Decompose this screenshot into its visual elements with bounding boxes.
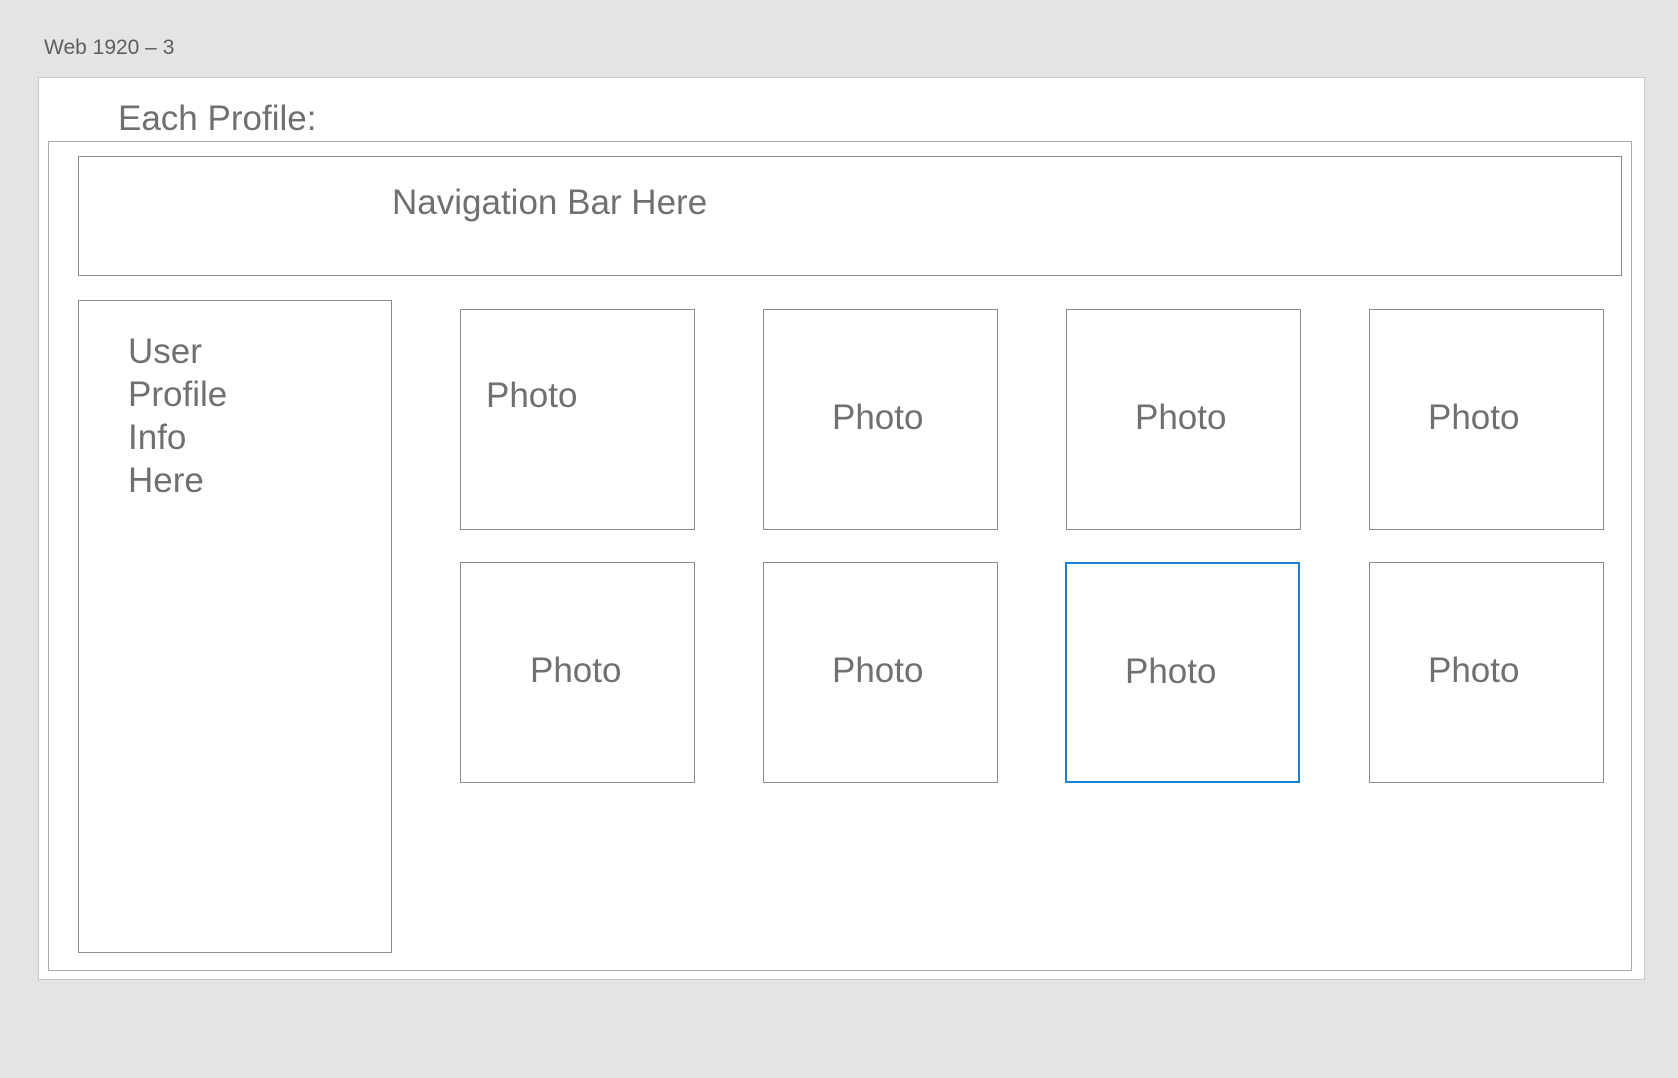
photo-label: Photo bbox=[832, 651, 924, 690]
section-title: Each Profile: bbox=[118, 99, 317, 138]
photo-label: Photo bbox=[1125, 652, 1217, 691]
photo-placeholder-3[interactable]: Photo bbox=[1066, 309, 1301, 530]
photo-placeholder-7[interactable]: Photo bbox=[1065, 562, 1300, 783]
photo-placeholder-1[interactable]: Photo bbox=[460, 309, 695, 530]
profile-text-line: Profile bbox=[128, 375, 228, 414]
profile-text-line: User bbox=[128, 332, 202, 371]
artboard-label[interactable]: Web 1920 – 3 bbox=[44, 36, 174, 60]
photo-label: Photo bbox=[530, 651, 622, 690]
photo-label: Photo bbox=[486, 376, 578, 415]
photo-label: Photo bbox=[1135, 398, 1227, 437]
photo-placeholder-2[interactable]: Photo bbox=[763, 309, 998, 530]
profile-text-line: Here bbox=[128, 461, 204, 500]
navigation-bar-label: Navigation Bar Here bbox=[392, 183, 708, 222]
photo-placeholder-4[interactable]: Photo bbox=[1369, 309, 1604, 530]
photo-label: Photo bbox=[1428, 651, 1520, 690]
user-profile-panel: User Profile Info Here bbox=[78, 300, 392, 953]
profile-text-line: Info bbox=[128, 418, 187, 457]
photo-label: Photo bbox=[1428, 398, 1520, 437]
navigation-bar-placeholder: Navigation Bar Here bbox=[78, 156, 1622, 276]
photo-placeholder-5[interactable]: Photo bbox=[460, 562, 695, 783]
photo-placeholder-6[interactable]: Photo bbox=[763, 562, 998, 783]
user-profile-info-text: User Profile Info Here bbox=[128, 330, 288, 502]
photo-placeholder-8[interactable]: Photo bbox=[1369, 562, 1604, 783]
photo-label: Photo bbox=[832, 398, 924, 437]
